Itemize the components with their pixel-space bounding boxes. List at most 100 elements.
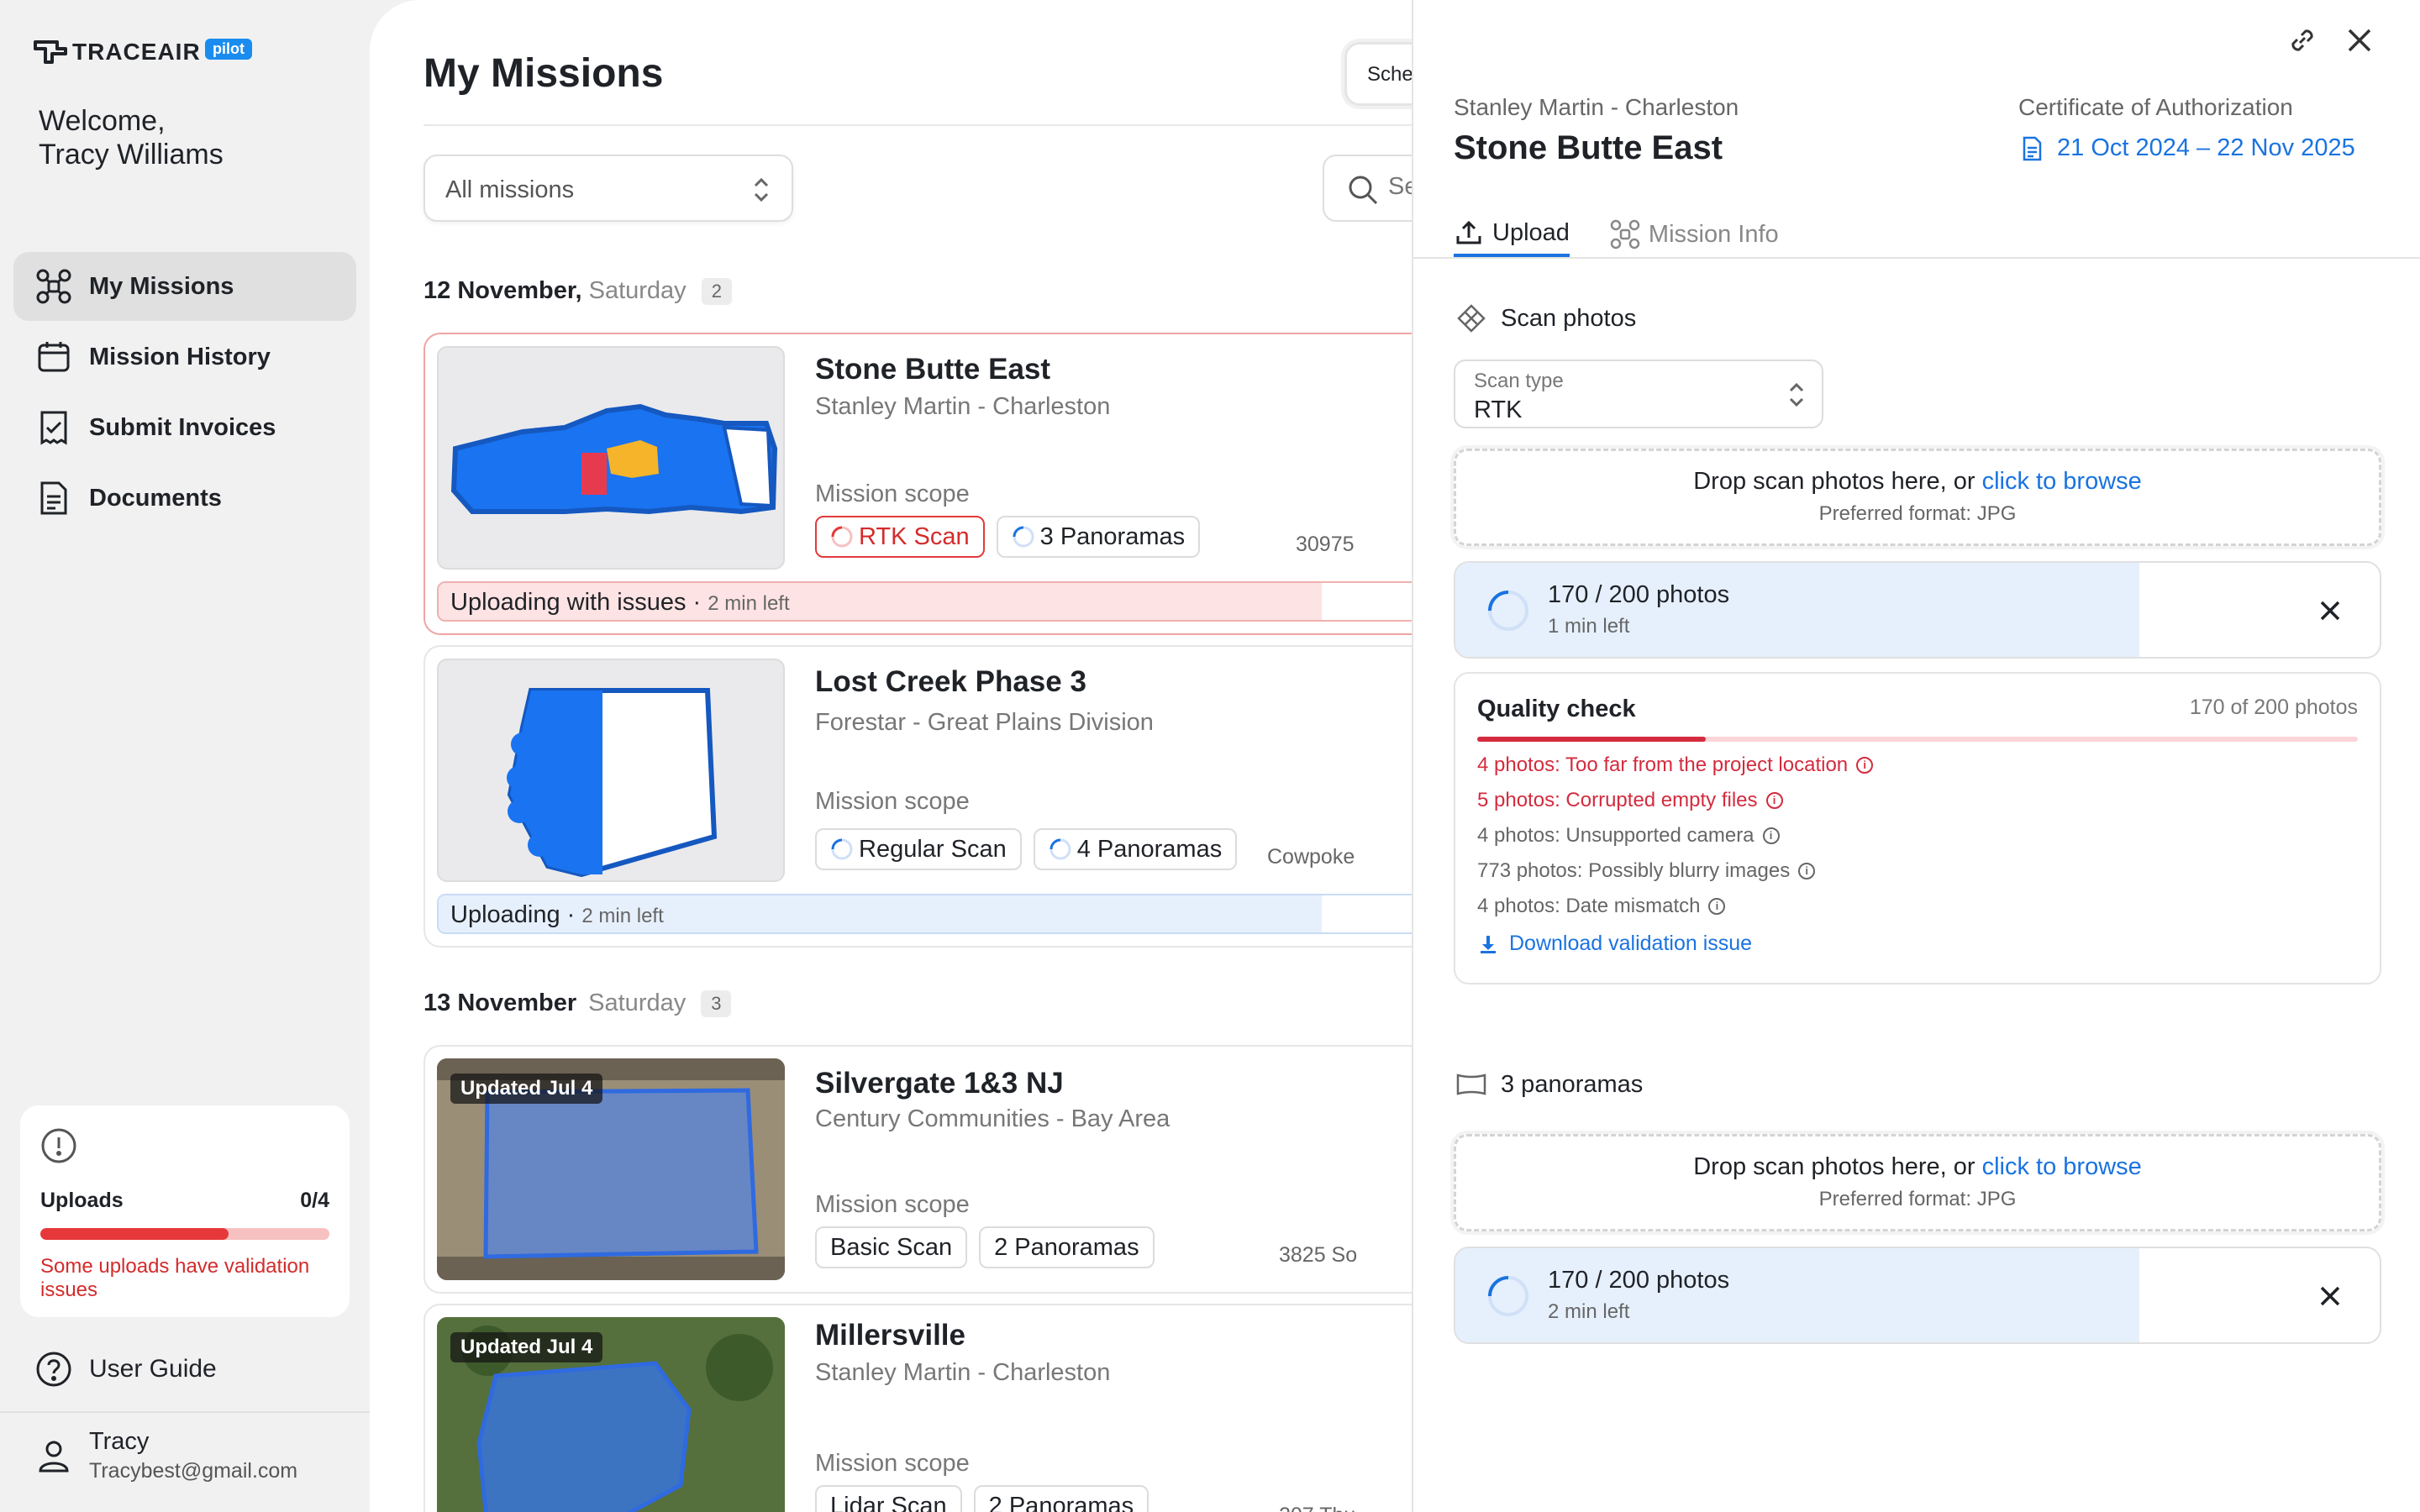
uploads-status-card[interactable]: Uploads 0/4 Some uploads have validation… [20,1105,350,1317]
upload-time-left: 2 min left [581,905,664,927]
mission-satellite-thumbnail: Updated Jul 4 [437,1058,785,1280]
mission-card[interactable]: Updated Jul 4 Silvergate 1&3 NJ Century … [424,1045,1412,1294]
dropzone-text: Drop scan photos here, or [1693,1153,1982,1180]
scope-chip-label: 3 Panoramas [1039,522,1186,550]
section-label: Scan photos [1501,304,1637,332]
tab-label: Mission Info [1648,220,1779,248]
quality-issue-text: 5 photos: Corrupted empty files [1477,789,1758,811]
updated-badge: Updated Jul 4 [450,1332,603,1362]
scope-chip-label: 2 Panoramas [994,1233,1139,1261]
upload-status: Uploading with issues · 2 min left [450,589,790,616]
scope-chip-label: RTK Scan [859,522,970,550]
calendar-icon [38,342,70,372]
group-day: Saturday [588,277,687,304]
info-icon[interactable]: i [1856,757,1874,774]
sidebar-item-submit-invoices[interactable]: Submit Invoices [13,393,356,462]
quality-check-title: Quality check [1477,696,1636,722]
panorama-dropzone[interactable]: Drop scan photos here, or click to brows… [1454,1134,2381,1231]
schedule-button[interactable]: Sche [1344,42,1412,106]
certificate-link[interactable]: 21 Oct 2024 – 22 Nov 2025 [2018,134,2355,162]
mission-title: Stone Butte East [815,353,1051,386]
mission-scope-chips: Regular Scan 4 Panoramas [815,828,1249,870]
date-group-header: 13 November Saturday 3 [424,990,732,1017]
panel-tabs: Upload Mission Info [1454,212,1819,257]
mission-card[interactable]: Stone Butte East Stanley Martin - Charle… [424,333,1412,635]
info-icon[interactable]: i [1765,792,1783,809]
upload-status-label: Uploading with issues [450,589,687,616]
tab-mission-info[interactable]: Mission Info [1610,212,1779,257]
info-icon[interactable]: i [1708,898,1726,915]
chevron-updown-icon [1789,382,1804,407]
info-icon[interactable]: i [1798,863,1816,879]
scan-photos-section-title: Scan photos [1454,301,1636,336]
upload-progress-bar: Uploading with issues · 2 min left [437,581,1412,622]
close-icon[interactable] [2316,596,2344,625]
quality-issue: 4 photos: Date mismatch i [1477,895,2358,918]
mission-detail-panel: Stanley Martin - Charleston Stone Butte … [1412,0,2420,1512]
upload-progress-fill [1455,563,2139,657]
quality-issue-text: 4 photos: Too far from the project locat… [1477,753,1849,776]
close-icon[interactable] [2343,24,2376,57]
mission-scope-label: Mission scope [815,480,970,507]
quality-issue-text: 4 photos: Unsupported camera [1477,824,1754,847]
close-icon[interactable] [2316,1282,2344,1310]
scope-chip: RTK Scan [815,516,985,558]
user-profile[interactable]: Tracy Tracybest@gmail.com [35,1428,297,1483]
download-validation-link[interactable]: Download validation issue [1477,932,2358,956]
quality-issue: 773 photos: Possibly blurry images i [1477,859,2358,883]
panel-client: Stanley Martin - Charleston [1454,94,1739,120]
updated-badge: Updated Jul 4 [450,1074,603,1104]
panel-actions [2262,24,2376,57]
traceair-logo[interactable]: TRACEAIR pilot [34,39,252,66]
scope-chip-label: Lidar Scan [830,1492,947,1512]
sidebar-item-my-missions[interactable]: My Missions [13,252,356,321]
traceair-logo-icon [34,40,67,64]
scope-chip-label: Basic Scan [830,1233,953,1261]
sidebar-item-label: Submit Invoices [89,413,276,441]
tab-upload[interactable]: Upload [1454,212,1570,257]
mission-title: Silvergate 1&3 NJ [815,1067,1064,1100]
upload-time-left: 1 min left [1548,615,1630,638]
mission-client: Forestar - Great Plains Division [815,709,1154,736]
mission-card[interactable]: Updated Jul 4 Millersville Stanley Marti… [424,1304,1412,1512]
section-label: 3 panoramas [1501,1070,1644,1098]
search-input[interactable]: Se [1323,155,1412,222]
scan-upload-progress: 170 / 200 photos 1 min left [1454,561,2381,659]
sidebar: TRACEAIR pilot Welcome, Tracy Williams M… [0,0,370,1512]
upload-progress-bar: Uploading · 2 min left [437,894,1412,934]
browse-link[interactable]: click to browse [1982,1153,2142,1180]
user-guide-link[interactable]: User Guide [35,1351,217,1388]
loading-spinner-icon [831,838,853,860]
upload-icon [1456,220,1481,244]
panel-title: Stone Butte East [1454,129,1723,166]
help-icon [36,1352,71,1387]
mission-filter-select[interactable]: All missions [424,155,793,222]
scan-type-label: Scan type [1474,370,1564,392]
info-icon[interactable]: i [1762,827,1780,844]
divider [1413,257,2420,259]
quality-check-count: 170 of 200 photos [2189,696,2358,719]
mission-scope-label: Mission scope [815,1450,970,1477]
sidebar-item-mission-history[interactable]: Mission History [13,323,356,391]
browse-link[interactable]: click to browse [1982,468,2142,495]
drone-icon [36,269,71,304]
search-icon [1349,176,1378,205]
alert-icon [41,1128,76,1163]
quality-check-card: Quality check 170 of 200 photos 4 photos… [1454,672,2381,984]
uploads-label: Uploads [40,1189,124,1212]
missions-main: My Missions Sche All missions Se 12 Nove… [370,0,1412,1512]
link-icon[interactable] [2286,24,2319,57]
scan-photos-dropzone[interactable]: Drop scan photos here, or click to brows… [1454,449,2381,546]
mission-card[interactable]: Lost Creek Phase 3 Forestar - Great Plai… [424,645,1412,948]
mission-title: Lost Creek Phase 3 [815,665,1086,698]
divider [424,124,1412,126]
scope-chip-label: 4 Panoramas [1076,835,1223,863]
scope-chip: 2 Panoramas [973,1485,1150,1512]
user-email: Tracybest@gmail.com [89,1459,298,1483]
quality-check-bar [1477,737,2358,742]
sidebar-item-documents[interactable]: Documents [13,464,356,533]
certificate-dates: 21 Oct 2024 – 22 Nov 2025 [2057,134,2355,161]
receipt-icon [40,411,67,445]
loading-spinner-icon [1050,838,1071,860]
scan-type-select[interactable]: Scan type RTK [1454,360,1823,428]
